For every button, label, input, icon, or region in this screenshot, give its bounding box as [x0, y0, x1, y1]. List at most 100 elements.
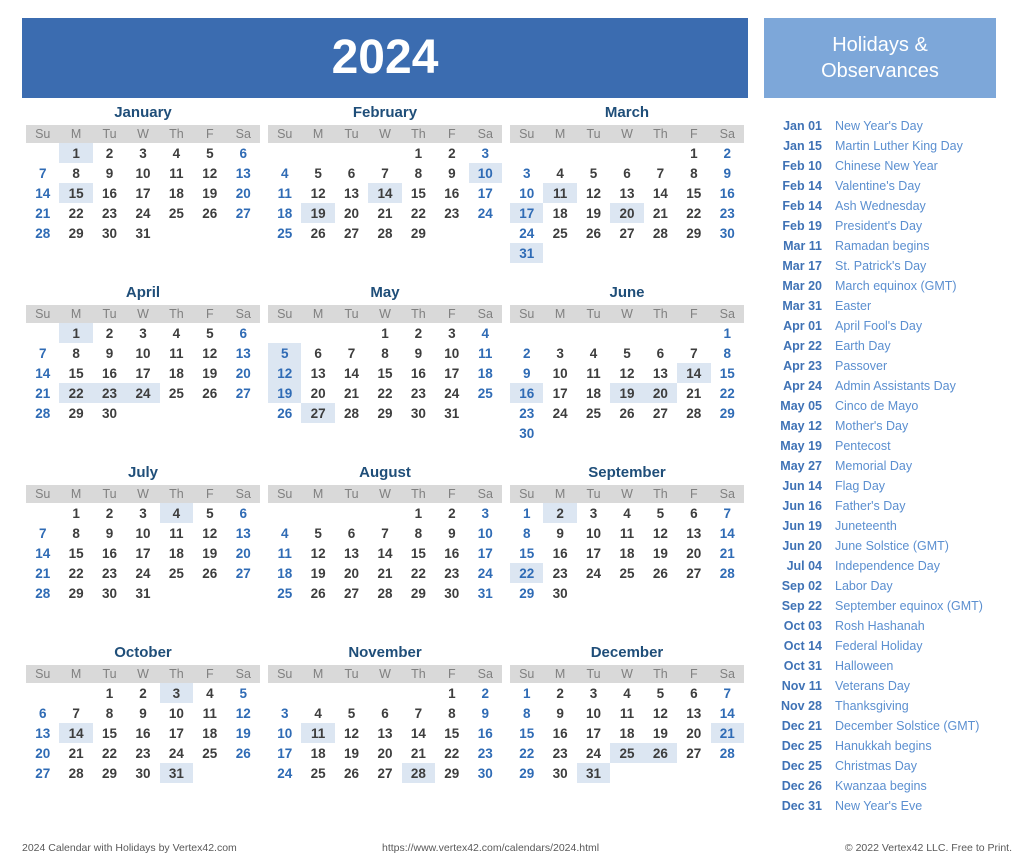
day-cell[interactable]: 4 — [193, 683, 226, 703]
day-cell[interactable]: 9 — [543, 703, 576, 723]
day-cell[interactable]: 18 — [543, 203, 576, 223]
day-cell[interactable]: 11 — [268, 183, 301, 203]
day-cell[interactable]: 5 — [610, 343, 643, 363]
day-cell[interactable]: 15 — [510, 543, 543, 563]
day-cell[interactable]: 29 — [711, 403, 744, 423]
day-cell[interactable]: 18 — [268, 203, 301, 223]
day-cell[interactable]: 6 — [677, 503, 710, 523]
day-cell[interactable]: 17 — [469, 183, 502, 203]
day-cell[interactable]: 4 — [268, 523, 301, 543]
day-cell[interactable]: 26 — [268, 403, 301, 423]
day-cell[interactable]: 16 — [435, 543, 468, 563]
day-cell[interactable]: 3 — [469, 143, 502, 163]
day-cell[interactable]: 23 — [92, 383, 127, 403]
day-cell[interactable]: 19 — [193, 543, 226, 563]
day-cell[interactable]: 28 — [26, 223, 59, 243]
day-cell[interactable]: 29 — [59, 583, 92, 603]
day-cell[interactable]: 1 — [711, 323, 744, 343]
day-cell[interactable]: 30 — [93, 403, 126, 423]
day-cell[interactable]: 3 — [435, 323, 468, 343]
day-cell[interactable]: 19 — [193, 363, 226, 383]
day-cell[interactable]: 9 — [435, 163, 468, 183]
day-cell[interactable]: 5 — [193, 503, 226, 523]
day-cell[interactable]: 1 — [510, 503, 543, 523]
day-cell[interactable]: 6 — [644, 343, 677, 363]
day-cell[interactable]: 15 — [59, 543, 92, 563]
day-cell[interactable]: 11 — [610, 523, 643, 543]
day-cell[interactable]: 18 — [268, 563, 301, 583]
day-cell[interactable]: 8 — [368, 343, 401, 363]
day-cell[interactable]: 23 — [93, 563, 126, 583]
day-cell[interactable]: 19 — [227, 723, 260, 743]
day-cell[interactable]: 7 — [711, 503, 744, 523]
day-cell[interactable]: 25 — [160, 203, 193, 223]
day-cell[interactable]: 18 — [160, 543, 193, 563]
day-cell[interactable]: 13 — [227, 163, 260, 183]
day-cell[interactable]: 25 — [543, 223, 576, 243]
day-cell[interactable]: 12 — [193, 343, 226, 363]
day-cell[interactable]: 21 — [26, 203, 59, 223]
day-cell[interactable]: 14 — [711, 523, 744, 543]
day-cell[interactable]: 19 — [268, 383, 302, 403]
day-cell[interactable]: 10 — [510, 183, 543, 203]
day-cell[interactable]: 17 — [126, 183, 159, 203]
day-cell[interactable]: 6 — [26, 703, 59, 723]
day-cell[interactable]: 22 — [59, 203, 92, 223]
day-cell[interactable]: 11 — [268, 543, 301, 563]
day-cell[interactable]: 13 — [227, 523, 260, 543]
day-cell[interactable]: 3 — [126, 323, 159, 343]
day-cell[interactable]: 22 — [59, 563, 92, 583]
day-cell[interactable]: 25 — [301, 763, 334, 783]
day-cell[interactable]: 1 — [402, 143, 435, 163]
day-cell[interactable]: 17 — [469, 543, 502, 563]
day-cell[interactable]: 5 — [268, 343, 302, 363]
day-cell[interactable]: 21 — [711, 543, 744, 563]
day-cell[interactable]: 16 — [711, 183, 744, 203]
day-cell[interactable]: 8 — [93, 703, 126, 723]
day-cell[interactable]: 26 — [335, 763, 368, 783]
day-cell[interactable]: 12 — [644, 523, 677, 543]
day-cell[interactable]: 31 — [469, 583, 502, 603]
day-cell[interactable]: 12 — [193, 163, 226, 183]
day-cell[interactable]: 10 — [126, 343, 159, 363]
day-cell[interactable]: 19 — [301, 203, 335, 223]
day-cell[interactable]: 24 — [577, 743, 610, 763]
day-cell[interactable]: 13 — [677, 523, 710, 543]
day-cell[interactable]: 13 — [610, 183, 643, 203]
day-cell[interactable]: 4 — [543, 163, 576, 183]
day-cell[interactable]: 11 — [543, 183, 577, 203]
day-cell[interactable]: 5 — [301, 163, 334, 183]
day-cell[interactable]: 6 — [368, 703, 401, 723]
day-cell[interactable]: 16 — [469, 723, 502, 743]
day-cell[interactable]: 7 — [368, 523, 401, 543]
day-cell[interactable]: 2 — [435, 503, 468, 523]
day-cell[interactable]: 27 — [335, 583, 368, 603]
day-cell[interactable]: 14 — [711, 703, 744, 723]
day-cell[interactable]: 10 — [435, 343, 468, 363]
day-cell[interactable]: 9 — [711, 163, 744, 183]
day-cell[interactable]: 26 — [301, 223, 334, 243]
day-cell[interactable]: 25 — [268, 223, 301, 243]
day-cell[interactable]: 23 — [435, 203, 468, 223]
day-cell[interactable]: 14 — [26, 543, 59, 563]
day-cell[interactable]: 20 — [227, 183, 260, 203]
day-cell[interactable]: 17 — [510, 203, 544, 223]
day-cell[interactable]: 27 — [301, 403, 335, 423]
day-cell[interactable]: 21 — [402, 743, 435, 763]
day-cell[interactable]: 25 — [577, 403, 610, 423]
day-cell[interactable]: 11 — [610, 703, 643, 723]
day-cell[interactable]: 30 — [510, 423, 543, 443]
day-cell[interactable]: 24 — [543, 403, 576, 423]
day-cell[interactable]: 28 — [335, 403, 368, 423]
day-cell[interactable]: 2 — [93, 503, 126, 523]
day-cell[interactable]: 20 — [643, 383, 678, 403]
day-cell[interactable]: 21 — [368, 203, 401, 223]
day-cell[interactable]: 6 — [335, 523, 368, 543]
day-cell[interactable]: 24 — [469, 563, 502, 583]
day-cell[interactable]: 13 — [301, 363, 334, 383]
day-cell[interactable]: 12 — [227, 703, 260, 723]
day-cell[interactable]: 8 — [510, 703, 543, 723]
day-cell[interactable]: 15 — [711, 363, 744, 383]
day-cell[interactable]: 14 — [644, 183, 677, 203]
day-cell[interactable]: 23 — [510, 403, 543, 423]
